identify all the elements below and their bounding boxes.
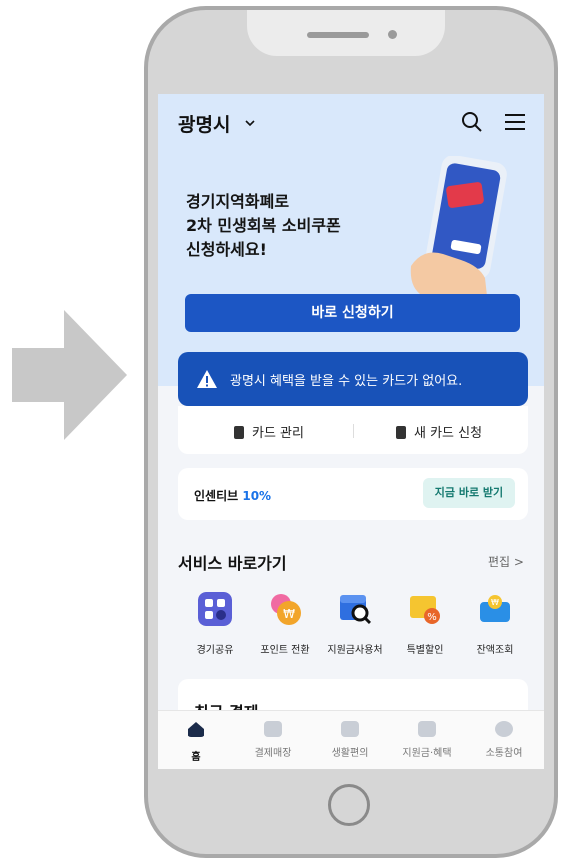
- incentive-label: 인센티브 10%: [194, 487, 271, 504]
- city-selector[interactable]: 광명시: [178, 110, 230, 137]
- phone-home-button[interactable]: [328, 784, 370, 826]
- svg-text:₩: ₩: [491, 598, 499, 607]
- edit-services-link[interactable]: 편집 >: [488, 553, 524, 570]
- share-icon: [198, 592, 232, 626]
- service-item-store-search[interactable]: 지원금사용처: [320, 592, 390, 656]
- services-title: 서비스 바로가기: [178, 554, 287, 573]
- service-item-share[interactable]: 경기공유: [180, 592, 250, 656]
- point-convert-icon: ₩: [271, 594, 301, 625]
- service-label: 특별할인: [406, 645, 444, 656]
- chat-bubble-icon: [495, 721, 513, 737]
- store-icon: [264, 721, 282, 737]
- phone-speaker: [307, 32, 369, 38]
- tab-support-benefits[interactable]: 지원금·혜택: [389, 721, 465, 759]
- apply-now-button[interactable]: 바로 신청하기: [185, 294, 520, 332]
- svg-text:%: %: [427, 612, 437, 623]
- hero-headline: 경기지역화폐로 2차 민생회복 소비쿠폰 신청하세요!: [186, 190, 386, 262]
- chevron-down-icon[interactable]: [245, 118, 255, 128]
- card-manage-label: 카드 관리: [252, 426, 304, 441]
- discount-icon: %: [410, 596, 440, 624]
- incentive-value: 10%: [242, 489, 272, 503]
- get-incentive-button[interactable]: 지금 바로 받기: [423, 478, 515, 508]
- gift-icon: [418, 721, 436, 737]
- right-arrow-icon: [12, 310, 127, 440]
- wallet-icon: ₩: [480, 595, 510, 622]
- app-screen: 광명시 경기지역화폐로 2차 민생회복 소비쿠폰 신청하세요! 바로 신청하기: [158, 94, 544, 769]
- tab-payment-stores[interactable]: 결제매장: [235, 721, 311, 759]
- tab-home[interactable]: 홈: [158, 721, 234, 763]
- incentive-text: 인센티브: [194, 489, 239, 503]
- search-icon[interactable]: [460, 110, 484, 134]
- home-icon: [188, 722, 204, 737]
- incentive-card: 인센티브 10% 지금 바로 받기: [178, 468, 528, 520]
- svg-text:₩: ₩: [283, 607, 295, 621]
- new-card-button[interactable]: 새 카드 신청: [396, 422, 482, 441]
- hero-line: 신청하세요!: [186, 240, 267, 259]
- card-manage-button[interactable]: 카드 관리: [234, 422, 304, 441]
- divider: [353, 424, 354, 438]
- phone-in-hand-illustration: [410, 156, 507, 296]
- top-bar: 광명시: [178, 108, 528, 138]
- tab-label: 생활편의: [331, 748, 369, 759]
- card-icon: [234, 426, 244, 439]
- menu-icon[interactable]: [504, 111, 526, 133]
- tab-community[interactable]: 소통참여: [466, 721, 542, 759]
- document-icon: [341, 721, 359, 737]
- new-card-label: 새 카드 신청: [414, 426, 483, 441]
- service-item-balance[interactable]: ₩ 잔액조회: [460, 592, 530, 656]
- service-label: 지원금사용처: [327, 645, 383, 656]
- service-item-discount[interactable]: % 특별할인: [390, 592, 460, 656]
- tab-label: 홈: [191, 752, 201, 763]
- hero-line: 2차 민생회복 소비쿠폰: [186, 216, 341, 235]
- warning-icon: [197, 370, 217, 388]
- card-actions: 카드 관리 새 카드 신청: [178, 406, 528, 454]
- service-label: 잔액조회: [476, 645, 514, 656]
- no-card-alert: 광명시 혜택을 받을 수 있는 카드가 없어요.: [178, 352, 528, 406]
- phone-camera: [388, 30, 397, 39]
- tab-label: 결제매장: [254, 748, 292, 759]
- alert-message: 광명시 혜택을 받을 수 있는 카드가 없어요.: [230, 374, 463, 389]
- service-item-point-convert[interactable]: ₩ 포인트 전환: [250, 592, 320, 656]
- tab-label: 소통참여: [485, 748, 523, 759]
- service-label: 포인트 전환: [260, 645, 310, 656]
- tab-label: 지원금·혜택: [402, 748, 452, 759]
- add-card-icon: [396, 426, 406, 439]
- bottom-tab-bar: 홈 결제매장 생활편의 지원금·혜택 소통참여: [158, 710, 544, 769]
- hero-line: 경기지역화폐로: [186, 192, 290, 211]
- tab-life-convenience[interactable]: 생활편의: [312, 721, 388, 759]
- service-label: 경기공유: [196, 645, 234, 656]
- store-search-icon: [340, 595, 372, 625]
